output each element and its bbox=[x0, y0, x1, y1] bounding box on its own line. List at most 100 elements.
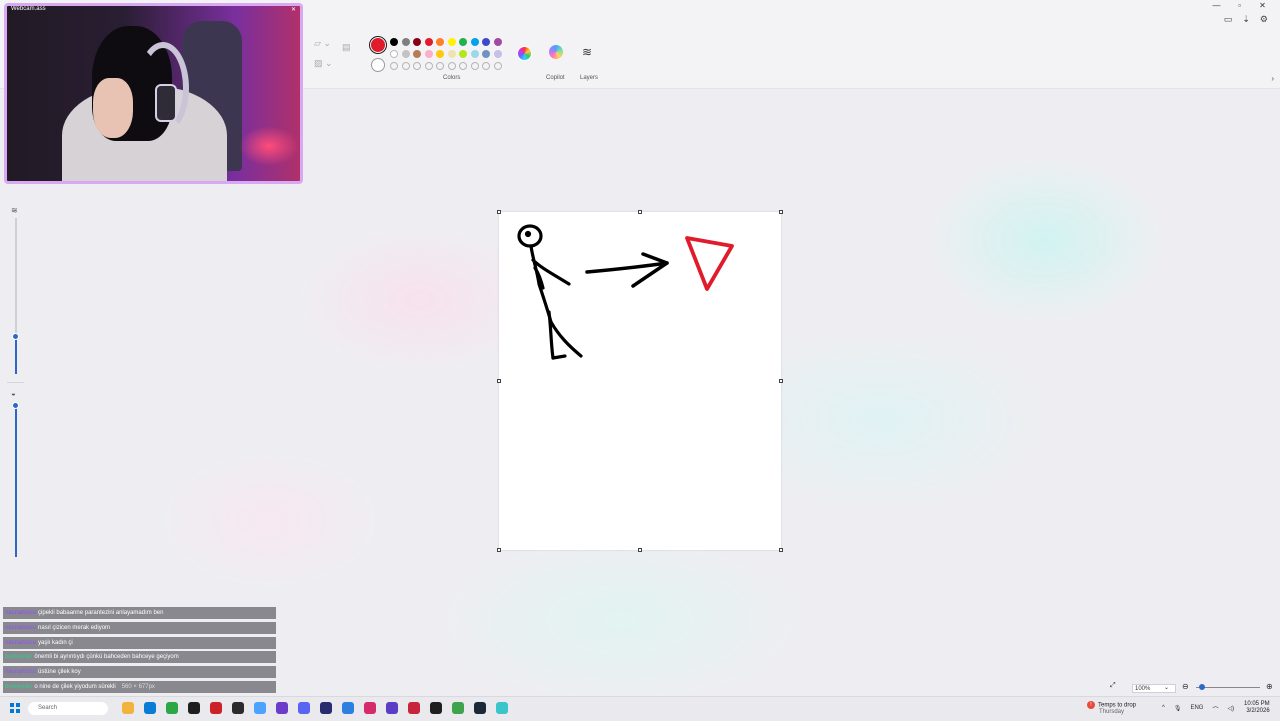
start-button[interactable] bbox=[10, 703, 20, 713]
taskbar-app-icon[interactable] bbox=[342, 702, 354, 714]
clock[interactable]: 10:05 PM 3/2/2026 bbox=[1244, 701, 1270, 715]
custom-color-slot[interactable] bbox=[493, 62, 502, 70]
stick-figure-foot bbox=[551, 354, 567, 360]
minimize-button[interactable]: — bbox=[1205, 0, 1228, 12]
color-swatch[interactable] bbox=[470, 50, 479, 58]
color-swatch[interactable] bbox=[413, 38, 421, 46]
custom-color-slot[interactable] bbox=[459, 62, 467, 70]
weather-title: Temps to drop bbox=[1098, 702, 1137, 709]
chevron-down-icon[interactable]: ⌄ bbox=[1164, 684, 1169, 691]
weather-widget[interactable]: ! Temps to drop Thursday bbox=[1087, 701, 1136, 715]
fill-icon[interactable]: ▨ ⌄ bbox=[314, 58, 333, 69]
taskbar-app-icon[interactable] bbox=[452, 702, 464, 714]
taskbar-app-icon[interactable] bbox=[276, 702, 288, 714]
taskbar-app-icon[interactable] bbox=[188, 702, 200, 714]
gear-icon[interactable]: ⚙ bbox=[1260, 14, 1268, 25]
stick-figure bbox=[517, 224, 583, 360]
color-swatch[interactable] bbox=[482, 38, 490, 46]
color-swatch[interactable] bbox=[482, 50, 490, 58]
ribbon-collapse-icon[interactable]: › bbox=[1271, 74, 1274, 83]
webcam-title: Webcam.ass bbox=[11, 6, 46, 12]
taskbar-app-icon[interactable] bbox=[210, 702, 222, 714]
color-swatch[interactable] bbox=[470, 38, 479, 46]
taskbar-app-icon[interactable] bbox=[386, 702, 398, 714]
color-swatch[interactable] bbox=[390, 50, 398, 58]
maximize-button[interactable]: ▫ bbox=[1228, 0, 1251, 12]
zoom-out-icon[interactable]: ⊖ bbox=[1182, 682, 1189, 691]
custom-color-slot[interactable] bbox=[413, 62, 421, 70]
weather-alert-icon: ! bbox=[1087, 701, 1095, 709]
color-swatch[interactable] bbox=[447, 38, 456, 46]
tray-overflow-icon[interactable]: ^ bbox=[1162, 705, 1165, 714]
edit-colors-button[interactable] bbox=[517, 46, 532, 61]
resize-handle[interactable] bbox=[779, 379, 783, 383]
taskbar-app-icon[interactable] bbox=[496, 702, 508, 714]
color-swatch[interactable] bbox=[401, 38, 410, 46]
comment-icon[interactable]: ▭ bbox=[1224, 14, 1233, 25]
volume-icon[interactable]: ◁) bbox=[1227, 705, 1234, 714]
chat-username: berkeyiller bbox=[5, 683, 33, 690]
custom-color-slot[interactable] bbox=[447, 62, 456, 70]
taskbar-app-icon[interactable] bbox=[232, 702, 244, 714]
zoom-in-icon[interactable]: ⊕ bbox=[1266, 682, 1273, 691]
primary-color-swatch[interactable] bbox=[369, 36, 387, 54]
color-swatch[interactable] bbox=[401, 50, 410, 58]
custom-color-slot[interactable] bbox=[424, 62, 433, 70]
triangle-shape bbox=[685, 236, 734, 291]
taskbar-search[interactable]: Search bbox=[28, 702, 108, 715]
zoom-slider-track[interactable] bbox=[1196, 687, 1260, 688]
taskbar-app-icon[interactable] bbox=[474, 702, 486, 714]
microphone-icon[interactable]: 🎙 bbox=[1174, 705, 1182, 714]
close-button[interactable]: ✕ bbox=[1251, 0, 1274, 12]
color-swatch[interactable] bbox=[493, 38, 502, 46]
resize-handle[interactable] bbox=[638, 210, 642, 214]
custom-color-slot[interactable] bbox=[436, 62, 444, 70]
webcam-close-icon[interactable]: ✕ bbox=[291, 6, 296, 13]
layers-icon[interactable]: ≋ bbox=[582, 45, 592, 59]
color-swatch[interactable] bbox=[436, 38, 444, 46]
size-slider-thumb[interactable] bbox=[12, 333, 19, 341]
taskbar-app-icon[interactable] bbox=[364, 702, 376, 714]
taskbar-app-icon[interactable] bbox=[166, 702, 178, 714]
zoom-select[interactable]: 100% bbox=[1132, 684, 1176, 693]
taskbar-app-icon[interactable] bbox=[298, 702, 310, 714]
custom-color-slot[interactable] bbox=[401, 62, 410, 70]
color-swatch[interactable] bbox=[459, 50, 467, 58]
resize-handle[interactable] bbox=[779, 548, 783, 552]
fit-to-window-icon[interactable]: ⤢ bbox=[1110, 682, 1116, 690]
custom-color-slot[interactable] bbox=[390, 62, 398, 70]
drawing-canvas[interactable] bbox=[499, 212, 781, 550]
taskbar-app-icon[interactable] bbox=[430, 702, 442, 714]
wifi-icon[interactable]: ⌒ bbox=[1212, 705, 1218, 714]
copilot-icon[interactable] bbox=[549, 45, 563, 59]
opacity-slider-thumb[interactable] bbox=[12, 401, 19, 409]
color-swatch[interactable] bbox=[447, 50, 456, 58]
shapes-icon[interactable]: ▤ bbox=[342, 42, 351, 53]
resize-handle[interactable] bbox=[497, 210, 501, 214]
resize-handle[interactable] bbox=[638, 548, 642, 552]
outline-icon[interactable]: ▱ ⌄ bbox=[314, 38, 331, 49]
custom-color-slot[interactable] bbox=[470, 62, 479, 70]
language-indicator[interactable]: ENG bbox=[1190, 705, 1203, 714]
taskbar-app-icon[interactable] bbox=[144, 702, 156, 714]
custom-color-slot[interactable] bbox=[482, 62, 490, 70]
taskbar-app-icon[interactable] bbox=[122, 702, 134, 714]
resize-handle[interactable] bbox=[497, 548, 501, 552]
taskbar-app-icon[interactable] bbox=[254, 702, 266, 714]
color-swatch[interactable] bbox=[413, 50, 421, 58]
download-icon[interactable]: ⇣ bbox=[1242, 14, 1250, 25]
taskbar-app-icon[interactable] bbox=[408, 702, 420, 714]
resize-handle[interactable] bbox=[497, 379, 501, 383]
color-swatch[interactable] bbox=[436, 50, 444, 58]
color-swatch[interactable] bbox=[390, 38, 398, 46]
secondary-color-swatch[interactable] bbox=[371, 58, 385, 72]
color-swatch[interactable] bbox=[424, 38, 433, 46]
taskbar-app-icon[interactable] bbox=[320, 702, 332, 714]
resize-handle[interactable] bbox=[779, 210, 783, 214]
color-swatch[interactable] bbox=[493, 50, 502, 58]
zoom-slider-thumb[interactable] bbox=[1199, 684, 1206, 690]
opacity-slider-fill bbox=[14, 405, 17, 557]
color-swatch[interactable] bbox=[424, 50, 433, 58]
chat-text: üstüne çilek koy bbox=[38, 669, 81, 676]
color-swatch[interactable] bbox=[459, 38, 467, 46]
